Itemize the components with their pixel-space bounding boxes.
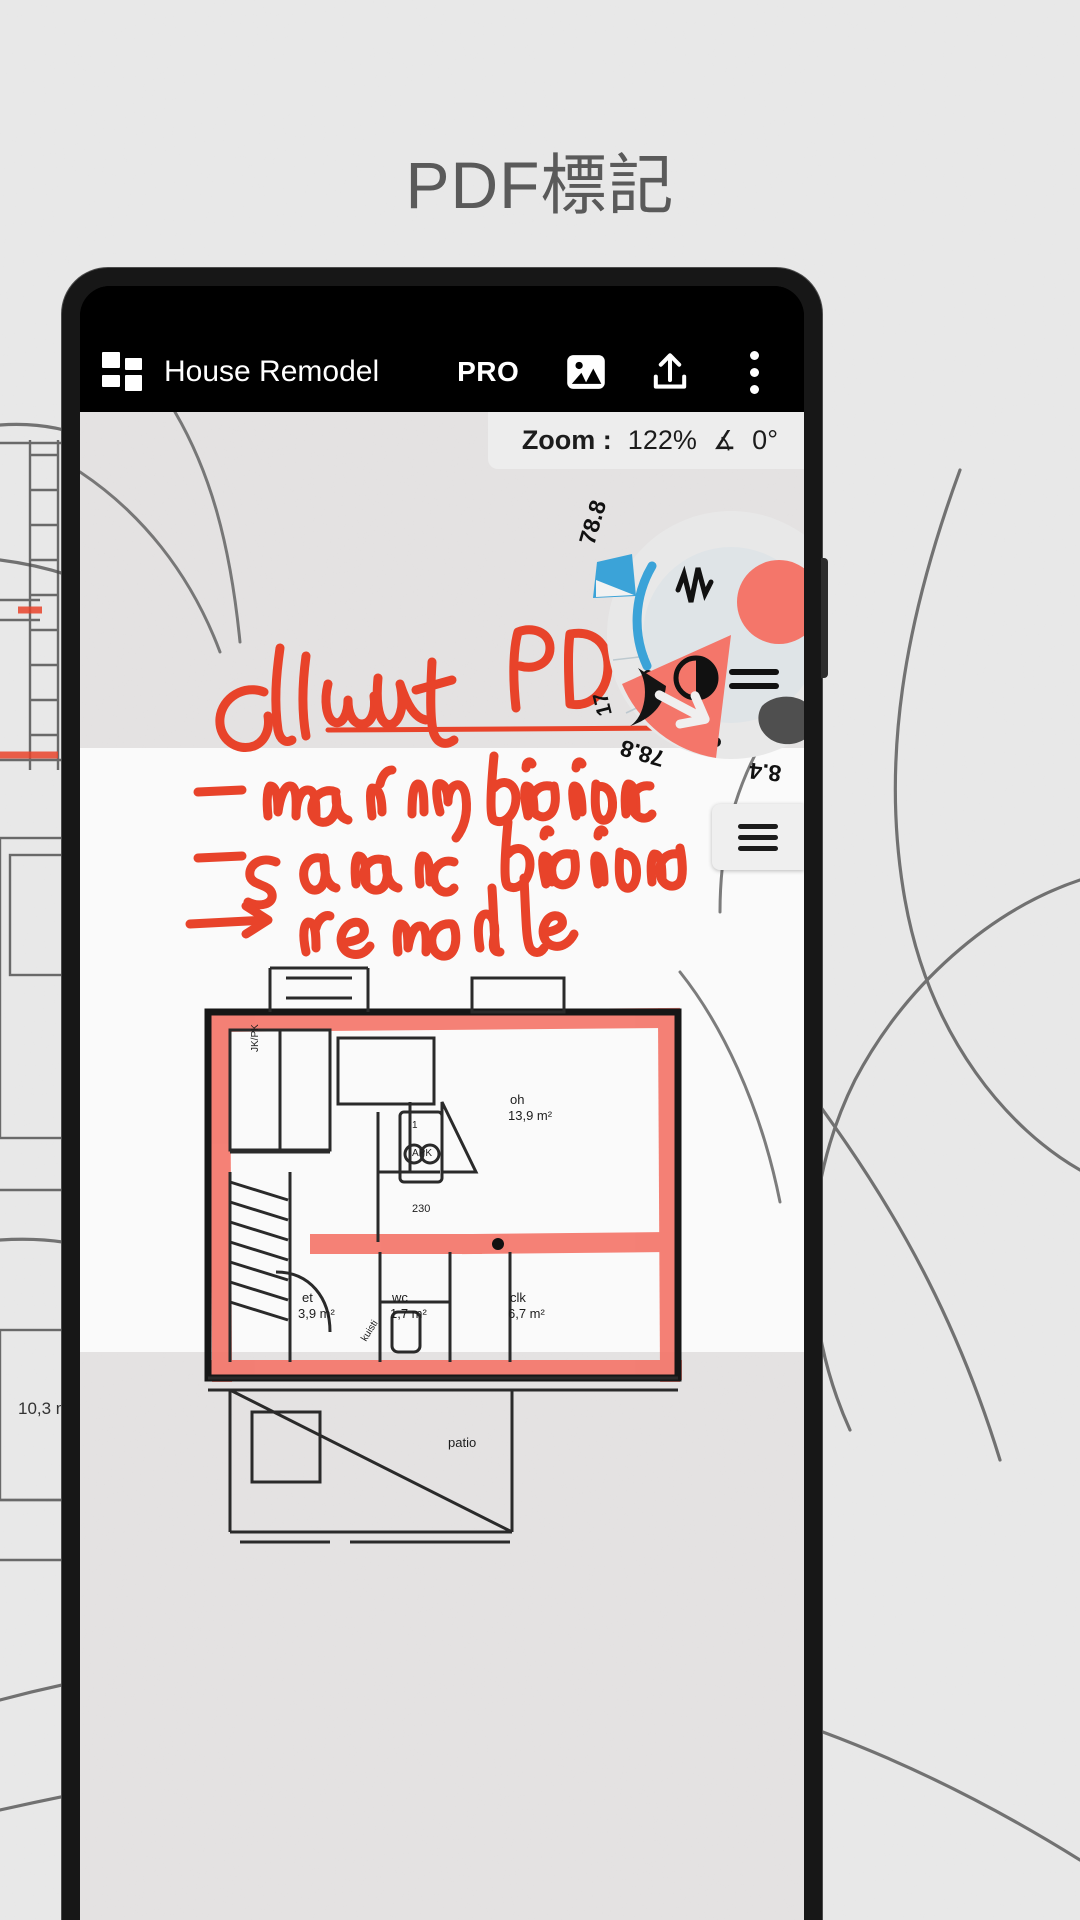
blue-quad-icon: [593, 554, 636, 598]
phone-device-frame: House Remodel PRO Zoom: 122% ∡ 0° 78.8 …: [62, 268, 828, 1920]
measure-label-left: 17: [589, 690, 617, 718]
image-icon[interactable]: [558, 344, 614, 400]
app-toolbar: House Remodel PRO: [80, 332, 804, 412]
power-button[interactable]: [821, 558, 828, 678]
angle-icon: ∡: [712, 425, 737, 455]
page-title: PDF標記: [405, 148, 675, 222]
app-title: House Remodel: [164, 355, 380, 388]
status-bar: [80, 286, 804, 332]
kebab-menu-icon[interactable]: [726, 344, 782, 400]
pro-badge[interactable]: PRO: [457, 356, 519, 388]
measure-label-top: 78.8: [574, 497, 611, 547]
measure-label-arrow: 78.8: [617, 735, 667, 772]
document-canvas[interactable]: Zoom : 122% ∡ 0° 78.8 17 78.8 8.4 oh 13,…: [80, 412, 804, 1920]
radial-tool-menu[interactable]: 78.8 17 78.8 8.4: [566, 470, 804, 800]
zoom-indicator[interactable]: Zoom : 122% ∡ 0°: [487, 412, 804, 469]
angle-value: 0°: [752, 425, 778, 455]
upload-icon[interactable]: [642, 344, 698, 400]
zoom-label: Zoom :: [521, 425, 612, 455]
phone-screen: House Remodel PRO Zoom: 122% ∡ 0° 78.8 …: [80, 286, 804, 1920]
measure-label-blob: 8.4: [748, 758, 783, 787]
zoom-value: 122%: [627, 425, 697, 455]
layers-menu-icon[interactable]: [712, 804, 804, 870]
grid-icon[interactable]: [102, 352, 142, 392]
